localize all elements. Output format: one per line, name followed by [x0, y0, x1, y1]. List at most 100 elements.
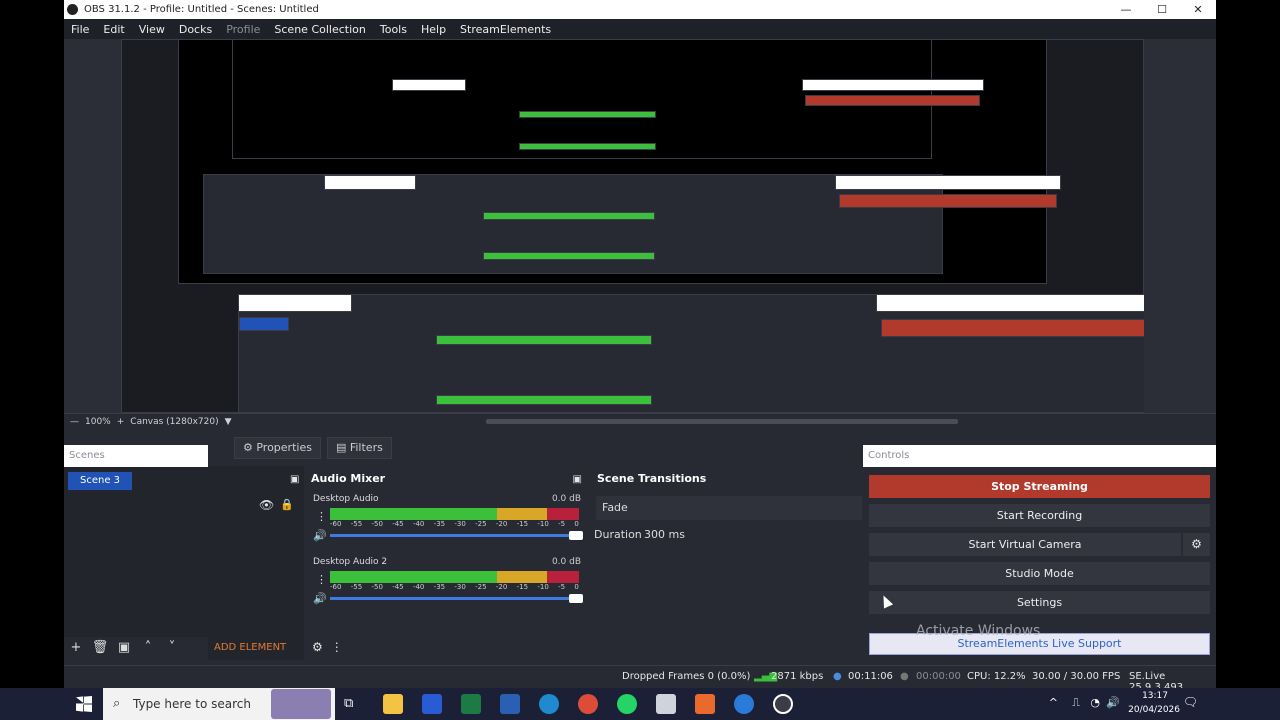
volume-meter: [330, 571, 579, 583]
mixer-menu-icon[interactable]: ⋮: [331, 640, 343, 654]
transition-select[interactable]: Fade: [596, 496, 862, 520]
obs-logo-icon: [67, 4, 78, 15]
delete-scene-icon[interactable]: 🗑: [88, 640, 112, 655]
mixer-settings-icon[interactable]: ⚙: [312, 640, 323, 654]
dock-undock-icon[interactable]: ▣: [290, 474, 299, 485]
activate-windows-watermark: Activate Windows: [916, 623, 1041, 639]
add-scene-icon[interactable]: +: [64, 640, 88, 655]
canvas-size[interactable]: Canvas (1280x720): [130, 417, 218, 427]
obs-window: OBS 31.1.2 - Profile: Untitled - Scenes:…: [64, 0, 1216, 693]
notification-icon[interactable]: 🗨: [1183, 695, 1198, 709]
channel-name: Desktop Audio: [313, 494, 379, 504]
zoom-level[interactable]: 100%: [85, 417, 111, 427]
edge-icon[interactable]: [539, 694, 559, 714]
scene-filters-icon[interactable]: ▣: [112, 640, 136, 655]
scene-list: [64, 467, 208, 637]
mixer-toolbar: ⚙ ⋮: [304, 634, 588, 660]
status-bar: Dropped Frames 0 (0.0%) ▂▄▆ 2871 kbps ● …: [64, 665, 1216, 693]
volume-slider-handle[interactable]: [569, 594, 583, 603]
dropped-frames: Dropped Frames 0 (0.0%): [622, 671, 751, 682]
menu-edit[interactable]: Edit: [96, 23, 131, 36]
speaker-icon[interactable]: 🔊: [313, 529, 327, 542]
tray-expand-icon[interactable]: ^: [1049, 696, 1058, 709]
search-placeholder: Type here to search: [133, 697, 251, 711]
start-virtual-camera-button[interactable]: Start Virtual Camera: [869, 533, 1181, 556]
start-recording-button[interactable]: Start Recording: [869, 504, 1210, 527]
settings-button[interactable]: Settings: [869, 591, 1210, 614]
clock-date[interactable]: 20/04/2026: [1128, 705, 1180, 715]
file-explorer-icon[interactable]: [383, 694, 403, 714]
menu-tools[interactable]: Tools: [373, 23, 414, 36]
menu-file[interactable]: File: [64, 23, 96, 36]
duration-input[interactable]: 300 ms: [644, 528, 685, 541]
clock-time[interactable]: 13:17: [1142, 691, 1168, 701]
word-icon[interactable]: [500, 694, 520, 714]
menu-view[interactable]: View: [132, 23, 172, 36]
move-down-icon[interactable]: ˅: [160, 640, 184, 655]
preview-canvas[interactable]: [64, 39, 1216, 413]
scene-toolbar: + 🗑 ▣ ˄ ˅: [64, 635, 208, 660]
dock-undock-icon[interactable]: ▣: [573, 474, 582, 485]
meter-ticks: -60 -55 -50 -45 -40 -35 -30 -25 -20 -15 -10 -5 0: [330, 583, 579, 591]
channel-db: 0.0 dB: [551, 494, 581, 504]
maximize-button[interactable]: ☐: [1144, 0, 1180, 19]
lock-icon[interactable]: 🔒: [280, 498, 294, 511]
move-up-icon[interactable]: ˄: [136, 640, 160, 655]
menu-profile[interactable]: Profile: [219, 23, 267, 36]
zoom-out-icon[interactable]: —: [70, 417, 79, 427]
properties-button[interactable]: ⚙ Properties: [234, 437, 321, 459]
app-icon[interactable]: [422, 694, 442, 714]
recording-timer: 00:00:00: [916, 671, 961, 682]
filters-button[interactable]: ▤ Filters: [326, 437, 392, 459]
source-toolbar: ⚙ Properties ▤ Filters: [234, 437, 392, 459]
title-bar: OBS 31.1.2 - Profile: Untitled - Scenes:…: [64, 0, 1216, 19]
add-element-button[interactable]: ADD ELEMENT: [214, 642, 286, 653]
taskbar-search-box[interactable]: ⌕ Type here to search: [103, 688, 335, 720]
canvas-dropdown-icon[interactable]: ▼: [225, 417, 232, 427]
scene-item[interactable]: Scene 3: [68, 472, 132, 490]
controls-title: Controls: [863, 445, 1216, 467]
audio-mixer-dock: Audio Mixer ▣ Desktop Audio 0.0 dB ⋮ -60…: [304, 466, 588, 660]
sources-dock: ▣ 👁 🔒: [208, 466, 304, 660]
zoom-in-icon[interactable]: +: [117, 417, 125, 427]
studio-mode-button[interactable]: Studio Mode: [869, 562, 1210, 585]
close-button[interactable]: ✕: [1180, 0, 1216, 19]
channel-menu-icon[interactable]: ⋮: [316, 573, 327, 586]
excel-icon[interactable]: [461, 694, 481, 714]
channel-db: 0.0 dB: [551, 557, 581, 567]
chrome-icon[interactable]: [578, 694, 598, 714]
menu-streamelements[interactable]: StreamElements: [453, 23, 558, 36]
volume-meter: [330, 508, 579, 520]
live-timer: 00:11:06: [848, 671, 893, 682]
horizontal-scrollbar[interactable]: [486, 419, 958, 424]
obs-taskbar-icon[interactable]: [773, 694, 793, 714]
menu-help[interactable]: Help: [414, 23, 453, 36]
network-icon[interactable]: ◔: [1090, 696, 1100, 709]
windows-taskbar: ⌕ Type here to search ⧉ ^ ⎍ ◔ 🔊 13:17 20…: [0, 688, 1280, 720]
tray-usb-icon[interactable]: ⎍: [1072, 696, 1080, 710]
visibility-eye-icon[interactable]: 👁: [259, 498, 274, 512]
start-button[interactable]: [76, 696, 92, 712]
menu-scene-collection[interactable]: Scene Collection: [267, 23, 372, 36]
speaker-icon[interactable]: 🔊: [313, 592, 327, 605]
volume-icon[interactable]: 🔊: [1106, 696, 1120, 709]
task-view-icon[interactable]: ⧉: [344, 696, 353, 711]
stop-streaming-button[interactable]: Stop Streaming: [869, 475, 1210, 498]
channel-name: Desktop Audio 2: [313, 557, 388, 567]
channel-menu-icon[interactable]: ⋮: [316, 510, 327, 523]
preview-recursive-image: [121, 39, 1144, 413]
minimize-button[interactable]: —: [1108, 0, 1144, 19]
volume-slider[interactable]: [330, 531, 583, 540]
scenes-dock: Scenes Scene 3 + 🗑 ▣ ˄ ˅: [64, 445, 208, 660]
menu-docks[interactable]: Docks: [172, 23, 219, 36]
whatsapp-icon[interactable]: [617, 694, 637, 714]
app-icon[interactable]: [656, 694, 676, 714]
cpu-usage: CPU: 12.2%: [967, 671, 1026, 682]
app-icon[interactable]: [734, 694, 754, 714]
microphone-app-icon[interactable]: [695, 694, 715, 714]
virtual-camera-settings-icon[interactable]: ⚙: [1183, 533, 1210, 556]
meter-ticks: -60 -55 -50 -45 -40 -35 -30 -25 -20 -15 -10 -5 0: [330, 520, 579, 528]
volume-slider-handle[interactable]: [569, 531, 583, 540]
volume-slider[interactable]: [330, 594, 583, 603]
recording-indicator-icon: ●: [900, 671, 909, 682]
